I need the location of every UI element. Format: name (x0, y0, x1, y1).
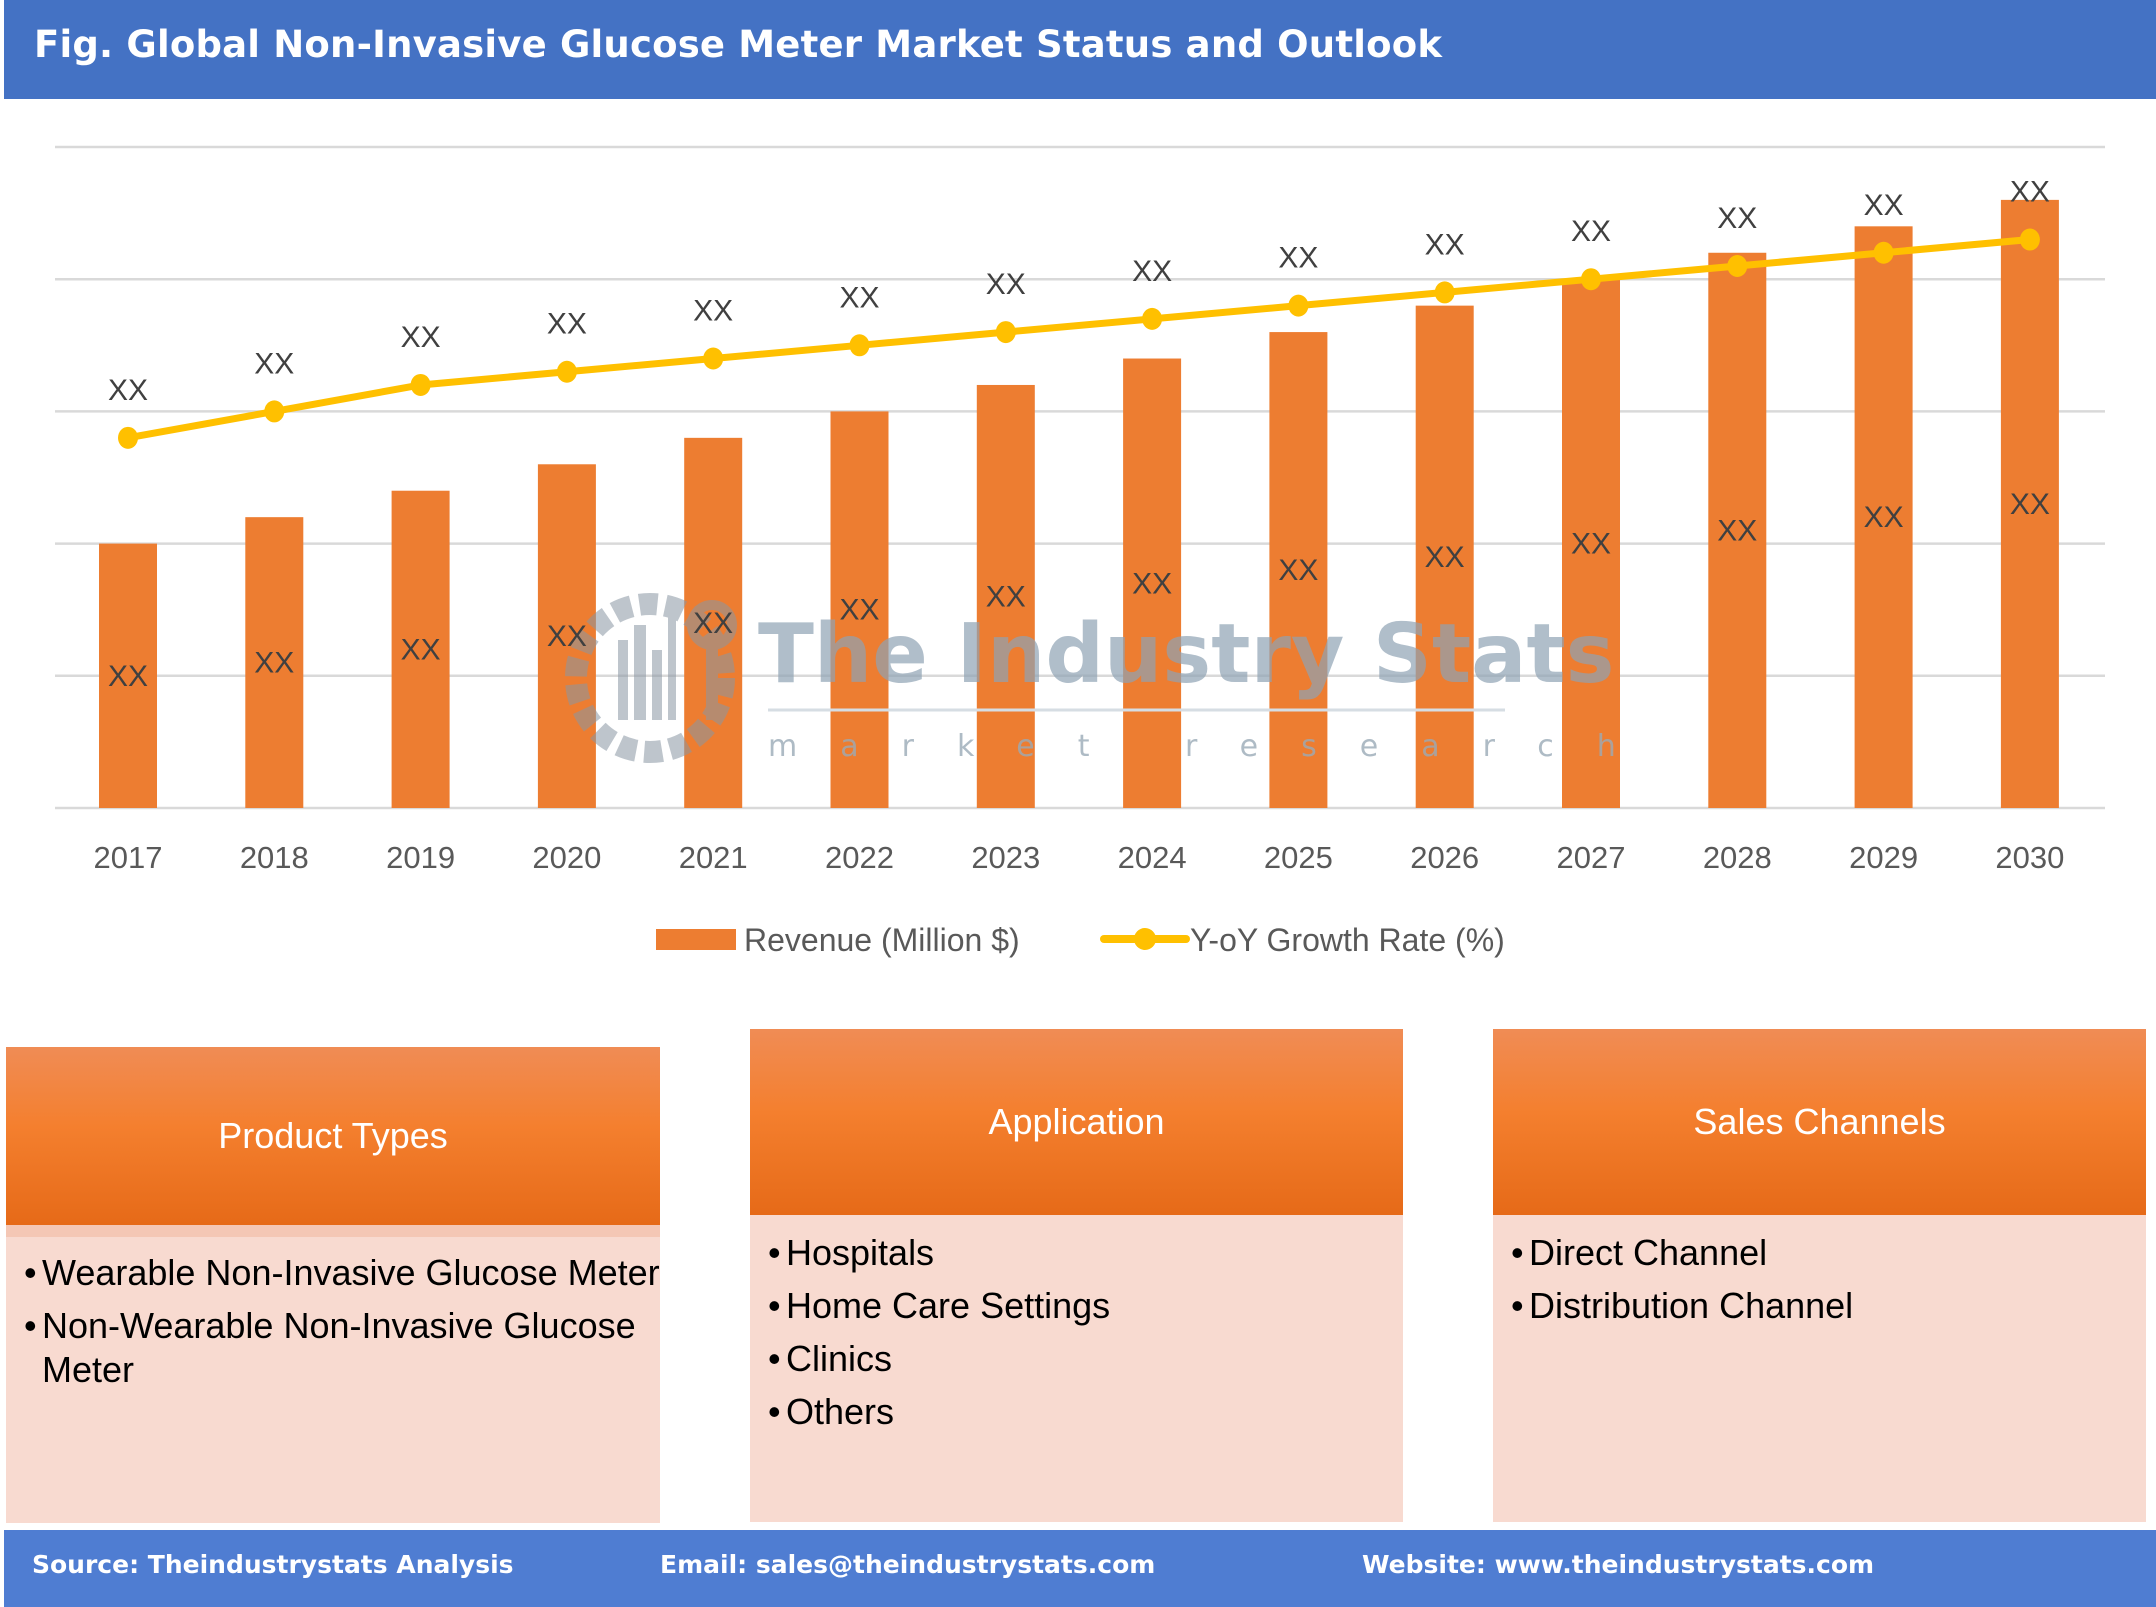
growth-data-label: XX (1132, 255, 1172, 288)
growth-data-label: XX (2010, 176, 2050, 209)
segment-item: • Home Care Settings (768, 1285, 1111, 1326)
segment-item: • Non-Wearable Non-Invasive Glucose Meter (24, 1305, 636, 1390)
growth-point (1142, 307, 1163, 330)
revenue-data-label: XX (693, 607, 733, 640)
x-tick-label: 2026 (1410, 840, 1479, 875)
x-tick-label: 2023 (971, 840, 1040, 875)
legend-revenue-swatch (656, 929, 736, 950)
footer-email[interactable]: Email: sales@theindustrystats.com (660, 1530, 1155, 1600)
x-tick-label: 2022 (825, 840, 894, 875)
growth-data-label: XX (1425, 228, 1465, 261)
growth-point (703, 347, 724, 370)
segment-header: Application (750, 1029, 1403, 1215)
x-tick-label: 2027 (1557, 840, 1626, 875)
revenue-data-label: XX (2010, 488, 2050, 521)
revenue-data-label: XX (1571, 528, 1611, 561)
growth-point (1581, 268, 1601, 291)
growth-point (1288, 294, 1309, 317)
revenue-data-label: XX (401, 633, 441, 666)
growth-point (1873, 241, 1894, 264)
segment-title: Sales Channels (1693, 1101, 1946, 1142)
x-tick-label: 2028 (1703, 840, 1772, 875)
x-tick-label: 2018 (240, 840, 309, 875)
growth-point (995, 321, 1016, 344)
growth-data-label: XX (986, 268, 1026, 301)
segment-box-product-types: Product Types • Wearable Non-Invasive Glu… (6, 1047, 660, 1523)
growth-data-label: XX (401, 321, 441, 354)
figure-title-bar: Fig. Global Non-Invasive Glucose Meter M… (4, 0, 2156, 99)
segment-title: Product Types (218, 1115, 448, 1156)
segment-list: • Hospitals • Home Care Settings • Clinics … (750, 1215, 1403, 1522)
segment-item: • Others (768, 1391, 895, 1432)
legend-growth-label: Y-oY Growth Rate (%) (1190, 922, 1505, 958)
x-tick-label: 2020 (532, 840, 601, 875)
revenue-data-label: XX (547, 620, 587, 653)
growth-point (264, 400, 285, 423)
growth-point (1434, 281, 1455, 304)
x-axis-ticks: 2017 2018 2019 2020 2021 2022 2023 2024 2025 2026… (94, 840, 2065, 875)
market-chart: The Industry Stats market research XX XX X… (55, 145, 2105, 958)
revenue-data-label: XX (1278, 554, 1318, 587)
growth-data-label: XX (693, 295, 733, 328)
segment-item: • Wearable Non-Invasive Glucose Meter (24, 1252, 660, 1293)
x-tick-label: 2030 (1995, 840, 2064, 875)
growth-point (849, 334, 870, 357)
watermark-subtitle: market research (768, 729, 1659, 764)
segment-list: • Direct Channel • Distribution Channel (1493, 1215, 2146, 1522)
x-tick-label: 2025 (1264, 840, 1333, 875)
segment-item: • Hospitals (768, 1232, 935, 1273)
segment-header: Sales Channels (1493, 1029, 2146, 1215)
footer-website[interactable]: Website: www.theindustrystats.com (1362, 1530, 1874, 1600)
segment-box-sales-channels: Sales Channels • Direct Channel • Distribu… (1493, 1029, 2146, 1522)
x-tick-label: 2017 (94, 840, 163, 875)
revenue-data-label: XX (108, 660, 148, 693)
growth-data-label: XX (1864, 189, 1904, 222)
segment-item: • Distribution Channel (1511, 1285, 1854, 1326)
growth-point (1727, 254, 1748, 277)
revenue-data-label: XX (1425, 541, 1465, 574)
growth-data-label: XX (547, 308, 587, 341)
x-tick-label: 2019 (386, 840, 455, 875)
x-tick-label: 2024 (1118, 840, 1187, 875)
x-tick-label: 2029 (1849, 840, 1918, 875)
growth-point (556, 360, 577, 383)
growth-data-label: XX (254, 347, 294, 380)
segment-item: • Direct Channel (1511, 1232, 1768, 1273)
growth-point (410, 373, 431, 396)
watermark-title: The Industry Stats (758, 607, 1614, 702)
revenue-data-label: XX (1717, 514, 1757, 547)
segment-box-application: Application • Hospitals • Home Care Settin… (750, 1029, 1403, 1522)
footer-source: Source: Theindustrystats Analysis (32, 1550, 514, 1579)
x-tick-label: 2021 (679, 840, 748, 875)
growth-data-label: XX (108, 374, 148, 407)
growth-point (118, 426, 138, 449)
legend-growth-marker (1134, 928, 1156, 950)
revenue-data-label: XX (1132, 567, 1172, 600)
revenue-data-label: XX (839, 594, 879, 627)
growth-point (2019, 228, 2040, 251)
segment-list: • Wearable Non-Invasive Glucose Meter • No… (6, 1225, 660, 1523)
footer-bar: Source: Theindustrystats Analysis Email:… (4, 1530, 2156, 1607)
revenue-data-label: XX (254, 647, 294, 680)
growth-data-label: XX (839, 281, 879, 314)
growth-data-label: XX (1278, 242, 1318, 275)
growth-data-label: XX (1717, 202, 1757, 235)
revenue-bars (99, 199, 2059, 808)
revenue-data-label: XX (986, 580, 1026, 613)
segment-title: Application (988, 1101, 1165, 1142)
figure-title: Fig. Global Non-Invasive Glucose Meter M… (34, 23, 1443, 66)
legend: Revenue (Million $) Y-oY Growth Rate (%) (656, 922, 1505, 958)
segment-header: Product Types (6, 1047, 660, 1225)
legend-revenue-label: Revenue (Million $) (744, 922, 1020, 958)
segment-item: • Clinics (768, 1338, 893, 1379)
revenue-data-label: XX (1864, 501, 1904, 534)
growth-data-label: XX (1571, 215, 1611, 248)
